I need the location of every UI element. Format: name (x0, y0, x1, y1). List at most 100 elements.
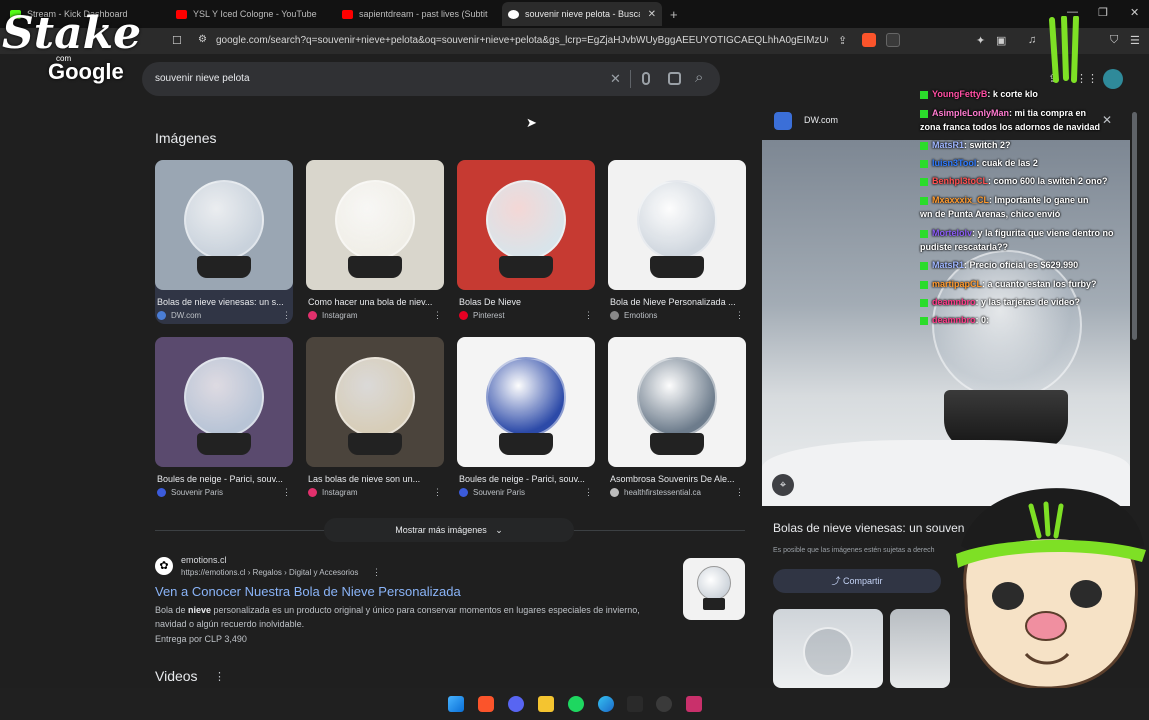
chat-message: MatsR1: Precio oficial es $629.990 (920, 260, 1078, 270)
image-title[interactable]: Las bolas de nieve son un... (308, 474, 444, 484)
image-thumbnail[interactable] (608, 337, 746, 467)
more-options-icon[interactable]: ⋮ (584, 310, 593, 321)
site-info-icon[interactable]: ⚙ (198, 34, 207, 45)
snippet-text: Bola de (155, 605, 189, 615)
image-result-card[interactable]: Asombrosa Souvenirs De Ale... healthfirst… (608, 337, 746, 501)
vpn-icon[interactable]: ⛉ (1110, 34, 1118, 47)
source-label: healthfirstessential.ca (624, 488, 701, 497)
browser-tab-bar: Stream - Kick Dashboard YSL Y Iced Colog… (0, 0, 1149, 28)
image-title[interactable]: Asombrosa Souvenirs De Ale... (610, 474, 746, 484)
avatar[interactable] (1103, 69, 1123, 89)
streamer-cat-avatar (936, 476, 1149, 690)
maximize-icon[interactable]: ❐ (1098, 6, 1108, 19)
more-options-icon[interactable]: ⋮ (735, 487, 744, 498)
image-result-card[interactable]: Bola de Nieve Personalizada ... Emotions ⋮ (608, 160, 746, 324)
windows-start-icon[interactable] (448, 696, 464, 712)
search-box[interactable]: souvenir nieve pelota ✕ ⌕ (142, 62, 720, 96)
app-icon[interactable] (686, 696, 702, 712)
image-title[interactable]: Bolas de nieve vienesas: un s... (157, 297, 293, 307)
chat-text: : Precio oficial es $629.990 (964, 260, 1079, 270)
source-label: Instagram (322, 311, 358, 320)
media-icon[interactable]: ♫ (1028, 34, 1036, 46)
lens-icon[interactable] (668, 72, 681, 85)
search-input[interactable]: souvenir nieve pelota (155, 73, 250, 84)
result-thumbnail[interactable] (683, 558, 745, 620)
edge-icon[interactable] (598, 696, 614, 712)
result-delivery: Entrega por CLP 3,490 (155, 634, 247, 644)
image-thumbnail[interactable] (155, 337, 293, 467)
images-heading: Imágenes (155, 130, 217, 146)
clear-icon[interactable]: ✕ (610, 71, 621, 87)
result-title-link[interactable]: Ven a Conocer Nuestra Bola de Nieve Pers… (155, 584, 461, 599)
image-result-card[interactable]: Las bolas de nieve son un... Instagram ⋮ (306, 337, 444, 501)
image-title[interactable]: Boules de neige - Parici, souv... (157, 474, 293, 484)
lens-search-icon[interactable]: ⌖ (772, 474, 794, 496)
image-thumbnail[interactable] (155, 160, 293, 290)
image-result-card[interactable]: Bolas de nieve vienesas: un s... DW.com ⋮ (155, 160, 293, 324)
chat-message: Benhpl3toCL: como 600 la switch 2 ono? (920, 176, 1108, 186)
chevron-down-icon: ⌄ (495, 525, 503, 535)
image-title[interactable]: Como hacer una bola de niev... (308, 297, 444, 307)
tab-youtube-ysl[interactable]: YSL Y Iced Cologne - YouTube (176, 4, 326, 24)
videos-more-icon[interactable]: ⋮ (214, 670, 225, 683)
tab-youtube-sapientdream[interactable]: sapientdream - past lives (Subtit (342, 4, 490, 24)
menu-icon[interactable]: ☰ (1130, 34, 1140, 47)
brave-browser-icon[interactable] (478, 696, 494, 712)
search-icon[interactable]: ⌕ (695, 69, 703, 86)
close-panel-icon[interactable]: ✕ (1102, 113, 1112, 127)
tab-google-search[interactable]: souvenir nieve pelota - Buscar c ✕ (502, 2, 662, 26)
show-more-images-button[interactable]: Mostrar más imágenes ⌄ (324, 518, 574, 542)
snow-globe-base (499, 256, 553, 278)
image-result-card[interactable]: Bolas De Nieve Pinterest ⋮ (457, 160, 595, 324)
google-logo-text: Google (48, 59, 124, 84)
obs-icon[interactable] (656, 696, 672, 712)
discord-icon[interactable] (508, 696, 524, 712)
image-result-card[interactable]: Boules de neige - Parici, souv... Souveni… (155, 337, 293, 501)
image-thumbnail[interactable] (457, 160, 595, 290)
image-thumbnail[interactable] (306, 160, 444, 290)
brave-shields-icon[interactable] (862, 33, 876, 47)
image-title[interactable]: Bolas De Nieve (459, 297, 595, 307)
close-window-icon[interactable]: ✕ (1130, 6, 1139, 19)
image-title[interactable]: Bola de Nieve Personalizada ... (610, 297, 746, 307)
image-result-card[interactable]: Boules de neige - Parici, souv... Souveni… (457, 337, 595, 501)
related-image[interactable] (773, 609, 883, 688)
more-options-icon[interactable]: ⋮ (735, 310, 744, 321)
more-options-icon[interactable]: ⋮ (282, 310, 291, 321)
chat-username: Benhpl3toCL (932, 176, 988, 186)
brave-rewards-icon[interactable] (886, 33, 900, 47)
result-site-name: emotions.cl (181, 555, 227, 565)
chat-message: martipapCL: a cuanto estan los furby? (920, 279, 1097, 289)
chat-text: : k corte klo (987, 89, 1038, 99)
extensions-icon[interactable]: ✦ (976, 34, 985, 47)
image-thumbnail[interactable] (457, 337, 595, 467)
spotify-icon[interactable] (568, 696, 584, 712)
close-tab-icon[interactable]: ✕ (648, 9, 656, 20)
panel-scrollbar[interactable] (1132, 112, 1137, 340)
kick-badge-icon (920, 280, 928, 289)
sidebar-icon[interactable]: ▣ (996, 34, 1006, 47)
snow-globe-graphic (637, 180, 717, 260)
image-source: Souvenir Paris (157, 488, 223, 497)
more-options-icon[interactable]: ⋮ (282, 487, 291, 498)
voice-search-icon[interactable] (642, 72, 650, 85)
share-icon[interactable]: ⇪ (838, 34, 847, 47)
kick-badge-icon (920, 298, 928, 307)
image-result-card[interactable]: Como hacer una bola de niev... Instagram ⋮ (306, 160, 444, 324)
more-options-icon[interactable]: ⋮ (433, 310, 442, 321)
bookmark-icon[interactable]: ☐ (172, 34, 182, 47)
image-thumbnail[interactable] (608, 160, 746, 290)
more-options-icon[interactable]: ⋮ (433, 487, 442, 498)
file-explorer-icon[interactable] (538, 696, 554, 712)
google-icon (508, 9, 519, 19)
image-title[interactable]: Boules de neige - Parici, souv... (459, 474, 595, 484)
image-thumbnail[interactable] (306, 337, 444, 467)
result-more-icon[interactable]: ⋮ (372, 567, 381, 578)
new-tab-button[interactable]: + (670, 4, 678, 24)
chat-username: AsimpleLonlyMan (932, 108, 1010, 118)
app-icon[interactable] (627, 696, 643, 712)
more-options-icon[interactable]: ⋮ (584, 487, 593, 498)
share-button[interactable]: ⤴ Compartir (773, 569, 941, 593)
source-label: Instagram (322, 488, 358, 497)
url-field[interactable]: google.com/search?q=souvenir+nieve+pelot… (216, 35, 828, 46)
